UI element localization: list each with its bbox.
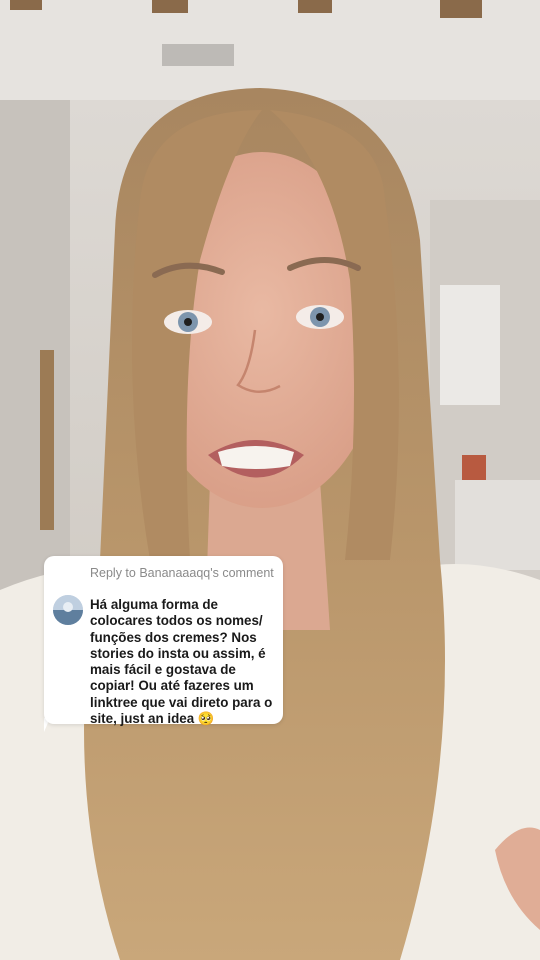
reply-header: Reply to Bananaaaqq's comment <box>90 566 274 580</box>
floor-lamp <box>40 350 54 530</box>
video-background <box>0 0 540 960</box>
kitchen-item <box>462 455 486 480</box>
video-frame[interactable] <box>0 0 540 960</box>
ceiling-beam <box>152 0 188 13</box>
air-vent <box>162 44 234 66</box>
kitchen-cabinet <box>440 285 500 405</box>
avatar-image <box>53 595 83 625</box>
comment-text: Há alguma forma de colocares todos os no… <box>90 597 273 727</box>
ceiling-beam <box>298 0 332 13</box>
commenter-avatar[interactable] <box>53 595 83 625</box>
ceiling-beam <box>440 0 482 18</box>
reply-comment-sticker[interactable]: Reply to Bananaaaqq's comment Há alguma … <box>44 556 283 727</box>
kitchen-counter <box>455 480 540 570</box>
ceiling-beam <box>10 0 42 10</box>
